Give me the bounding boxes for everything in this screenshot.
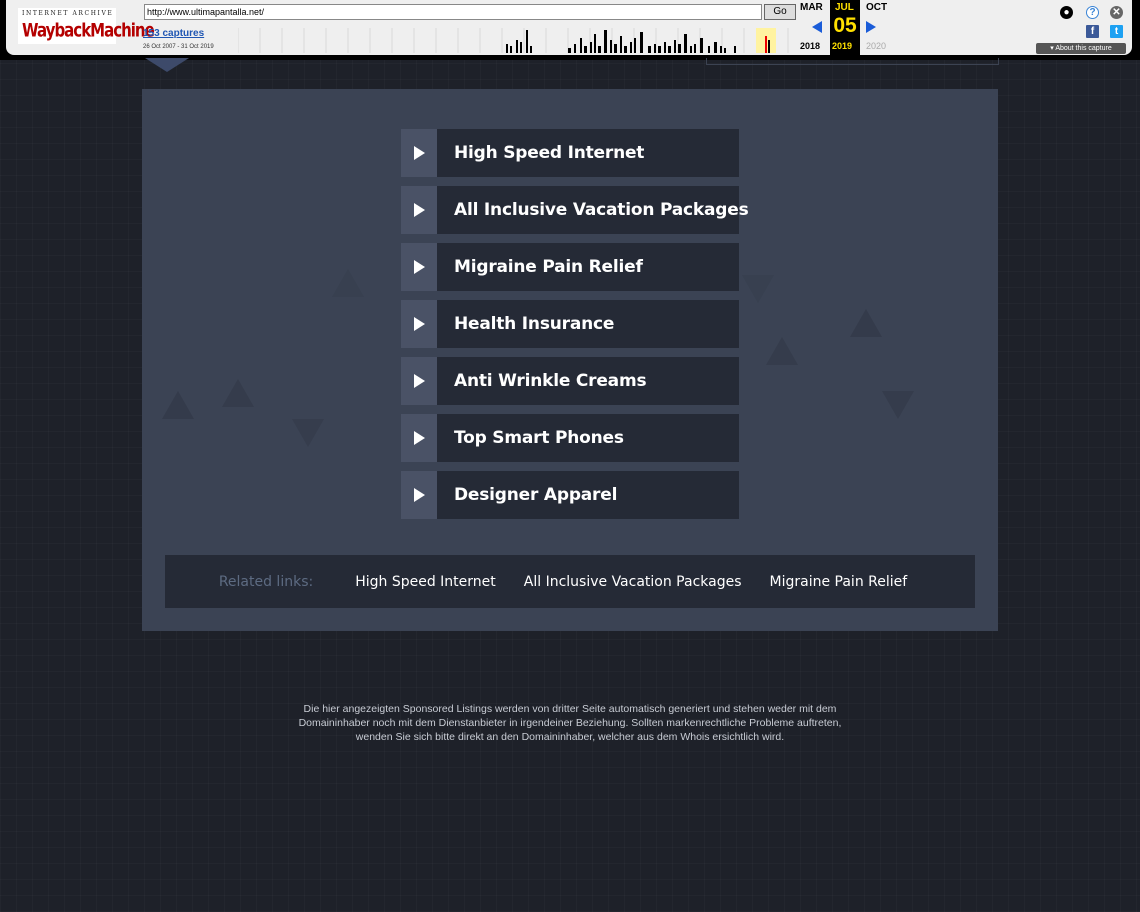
related-links-bar: Related links: High Speed Internet All I… <box>165 555 975 608</box>
play-arrow-icon <box>401 357 437 405</box>
bg-triangle <box>766 337 798 365</box>
wayback-prev-year[interactable]: 2018 <box>800 41 820 51</box>
bg-triangle <box>850 309 882 337</box>
listing-health-insurance[interactable]: Health Insurance <box>401 300 739 348</box>
wayback-prev-arrow-icon[interactable] <box>812 21 822 33</box>
search-box[interactable] <box>706 58 999 65</box>
listing-label: All Inclusive Vacation Packages <box>454 200 749 220</box>
wayback-next-year: 2020 <box>866 41 887 51</box>
listing-high-speed-internet[interactable]: High Speed Internet <box>401 129 739 177</box>
related-link-vacation-packages[interactable]: All Inclusive Vacation Packages <box>524 574 742 590</box>
disclaimer-text: Die hier angezeigten Sponsored Listings … <box>298 703 842 743</box>
related-links-title: Related links: <box>218 573 314 590</box>
wayback-url-input[interactable]: http://www.ultimapantalla.net/ <box>144 4 762 20</box>
play-arrow-icon <box>401 186 437 234</box>
bg-triangle <box>882 391 914 419</box>
play-arrow-icon <box>401 471 437 519</box>
bg-triangle <box>742 275 774 303</box>
wayback-sparkline[interactable] <box>238 28 798 53</box>
site-logo <box>145 58 189 72</box>
help-icon[interactable]: ? <box>1086 6 1099 19</box>
listing-label: Migraine Pain Relief <box>454 257 643 277</box>
about-capture-button[interactable]: ▾ About this capture <box>1036 43 1126 54</box>
listing-migraine-pain-relief[interactable]: Migraine Pain Relief <box>401 243 739 291</box>
related-link-migraine-pain-relief[interactable]: Migraine Pain Relief <box>770 574 908 590</box>
listing-label: Anti Wrinkle Creams <box>454 371 647 391</box>
wayback-next-month[interactable]: OCT <box>866 2 887 13</box>
wayback-prev-month[interactable]: MAR <box>800 2 823 13</box>
wayback-logo[interactable]: INTERNET ARCHIVE WaybackMachine <box>18 8 155 44</box>
wayback-captures-link[interactable]: 153 captures <box>143 28 204 39</box>
wayback-date-range: 26 Oct 2007 - 31 Oct 2019 <box>143 44 214 50</box>
listing-anti-wrinkle-creams[interactable]: Anti Wrinkle Creams <box>401 357 739 405</box>
wayback-toolbar-panel: INTERNET ARCHIVE WaybackMachine http://w… <box>6 0 1132 55</box>
about-capture-label: About this capture <box>1055 45 1112 52</box>
bg-triangle <box>292 419 324 447</box>
listing-label: Health Insurance <box>454 314 615 334</box>
wayback-logo-main: WaybackMachine <box>22 19 155 42</box>
play-arrow-icon <box>401 414 437 462</box>
wayback-current-day: 05 <box>833 14 857 37</box>
twitter-icon[interactable]: t <box>1110 25 1123 38</box>
listing-label: Top Smart Phones <box>454 428 624 448</box>
close-icon[interactable]: ✕ <box>1110 6 1123 19</box>
play-arrow-icon <box>401 243 437 291</box>
listing-top-smart-phones[interactable]: Top Smart Phones <box>401 414 739 462</box>
wayback-current-year: 2019 <box>832 41 853 51</box>
bg-triangle <box>332 269 364 297</box>
bg-triangle <box>222 379 254 407</box>
wayback-go-button[interactable]: Go <box>764 4 796 20</box>
wayback-next-arrow-icon[interactable] <box>866 21 876 33</box>
play-arrow-icon <box>401 300 437 348</box>
wayback-toolbar: INTERNET ARCHIVE WaybackMachine http://w… <box>0 0 1140 60</box>
bg-triangle <box>162 391 194 419</box>
listing-designer-apparel[interactable]: Designer Apparel <box>401 471 739 519</box>
related-link-high-speed-internet[interactable]: High Speed Internet <box>355 574 496 590</box>
listing-label: High Speed Internet <box>454 143 645 163</box>
user-icon[interactable]: ● <box>1060 6 1073 19</box>
wayback-logo-top: INTERNET ARCHIVE <box>22 10 114 17</box>
listing-label: Designer Apparel <box>454 485 618 505</box>
listings-panel: High Speed Internet All Inclusive Vacati… <box>142 89 998 631</box>
listing-vacation-packages[interactable]: All Inclusive Vacation Packages <box>401 186 749 234</box>
wayback-current-month: JUL <box>835 2 854 13</box>
facebook-icon[interactable]: f <box>1086 25 1099 38</box>
play-arrow-icon <box>401 129 437 177</box>
